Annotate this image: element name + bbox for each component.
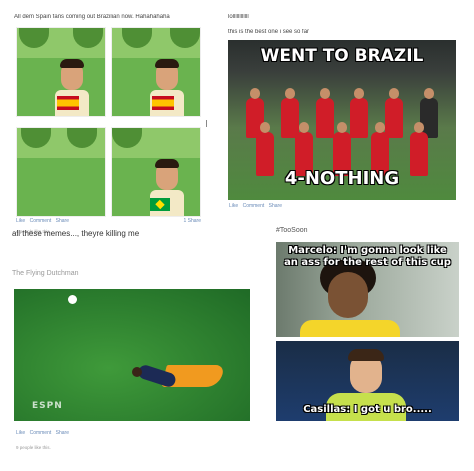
cartoon-panel [16,27,106,117]
post-spain-fans: All dem Spain fans coming out Brazilian … [12,10,207,238]
comment-link[interactable]: Comment [30,218,52,224]
post-caption: this is the best one i see so far [228,29,310,35]
meme-bottom-text: Casillas: I got u bro..... [303,404,432,415]
post-subtitle: The Flying Dutchman [12,270,79,277]
comment-link[interactable]: Comment [243,203,265,209]
post-title: lollllllllllll [228,14,249,20]
spain-flag-icon [152,96,174,110]
post-flying-dutchman: all these memes..., theyre killing me Th… [12,225,252,460]
share-link[interactable]: Share [56,218,69,224]
like-link[interactable]: Like [16,430,25,436]
share-link[interactable]: Share [269,203,282,209]
post-too-soon: #TooSoon Marcelo: I'm gonna look like an… [272,225,464,425]
ball-icon [68,295,77,304]
post-actions: Like Comment Share [229,203,285,209]
meme-top-text: Marcelo: I'm gonna look like an ass for … [284,245,451,268]
team-photo-image[interactable]: WENT TO BRAZIL 4-NOTHING [228,40,456,200]
cartoon-panel [16,127,106,217]
meme-bottom-text: 4-NOTHING [284,168,400,189]
like-link[interactable]: Like [16,218,25,224]
hashtag-link[interactable]: #TooSoon [276,227,308,234]
brazil-flag-icon [150,198,170,211]
post-went-to-brazil: lollllllllllll this is the best one i se… [225,10,462,215]
text-cursor [206,120,207,127]
like-count[interactable]: 9 people like this. [16,445,51,450]
cartoon-grid-image[interactable] [16,27,201,217]
post-caption: All dem Spain fans coming out Brazilian … [14,14,170,20]
post-caption: all these memes..., theyre killing me [12,229,140,238]
cartoon-panel [111,127,201,217]
casillas-image[interactable]: Casillas: I got u bro..... [276,341,459,421]
cartoon-panel [111,27,201,117]
player-head [132,367,142,377]
spain-flag-icon [57,96,79,110]
share-count[interactable]: 1 Share [183,218,201,224]
marcelo-image[interactable]: Marcelo: I'm gonna look like an ass for … [276,242,459,337]
post-actions: Like Comment Share [16,218,203,224]
like-link[interactable]: Like [229,203,238,209]
post-actions: Like Comment Share [16,430,72,436]
meme-top-text: WENT TO BRAZIL [260,46,424,66]
comment-link[interactable]: Comment [30,430,52,436]
share-link[interactable]: Share [56,430,69,436]
flying-dutchman-image[interactable]: ESPN [14,289,250,421]
espn-watermark: ESPN [32,401,63,411]
